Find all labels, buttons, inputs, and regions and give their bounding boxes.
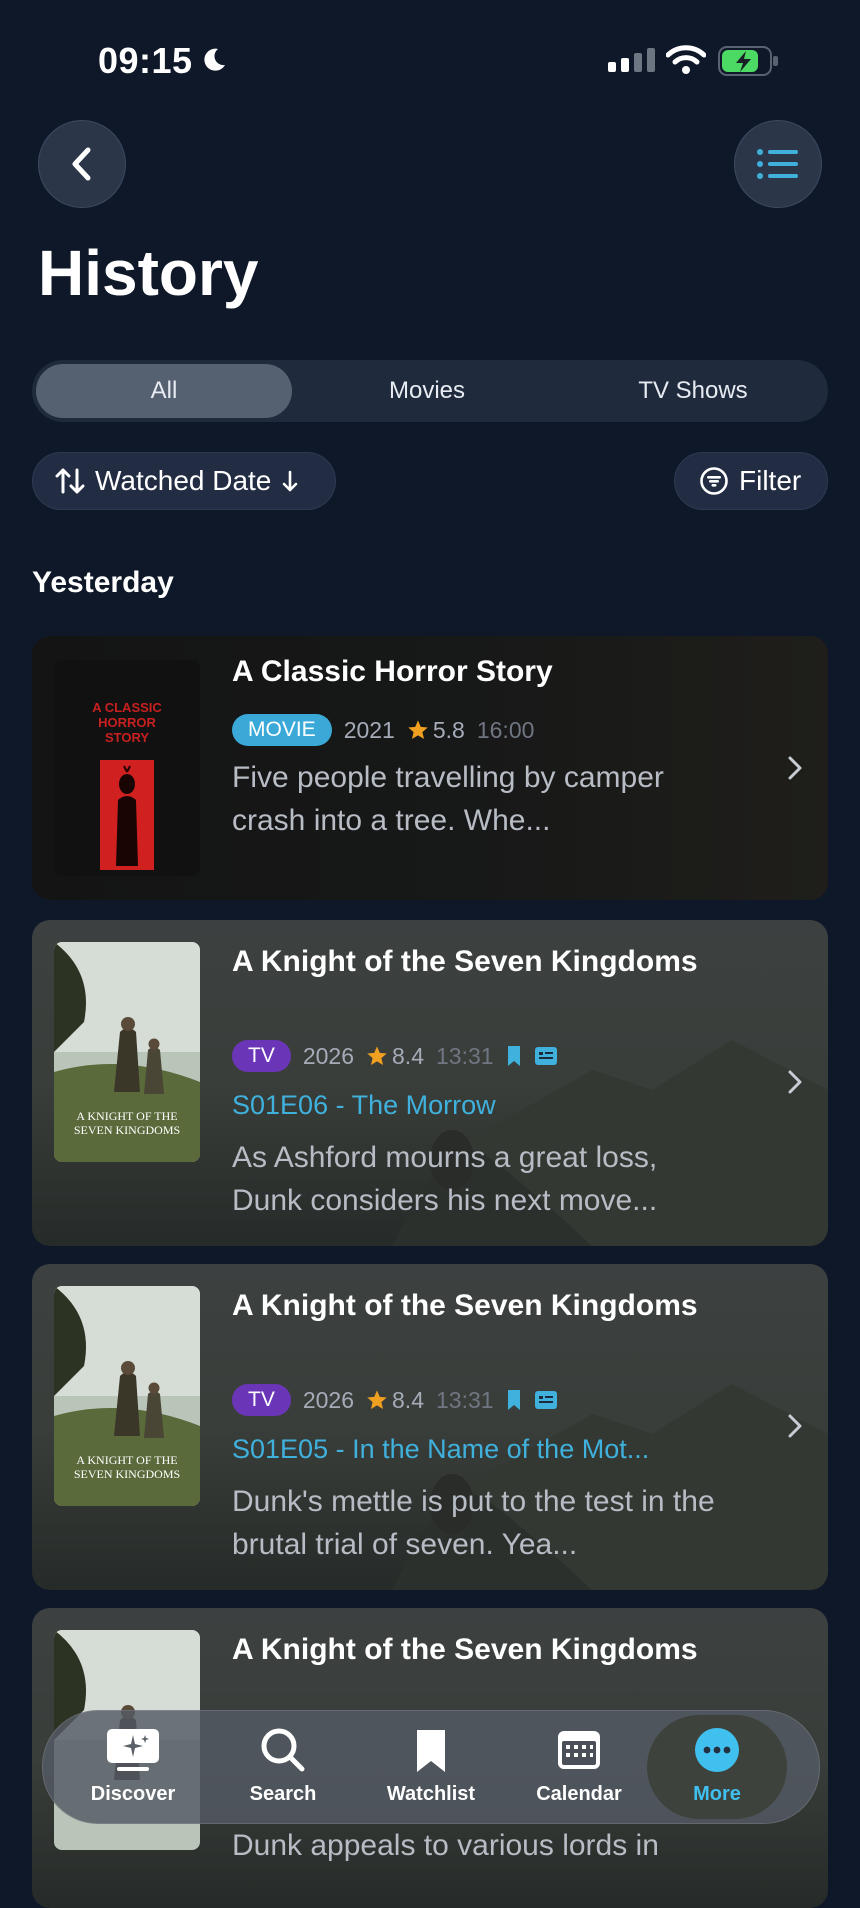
- battery-charging-icon: [718, 46, 778, 76]
- bookmark-icon: [507, 1390, 520, 1410]
- segment-all[interactable]: All: [36, 364, 292, 418]
- arrow-down-icon: [283, 470, 298, 492]
- media-type-segmented-control: All Movies TV Shows: [32, 360, 828, 422]
- sort-arrows-icon: [55, 468, 85, 494]
- svg-text:A CLASSIC: A CLASSIC: [92, 700, 162, 715]
- item-title: A Knight of the Seven Kingdoms: [232, 1633, 698, 1666]
- wifi-icon: [666, 45, 706, 74]
- tab-label: More: [693, 1783, 741, 1805]
- media-type-badge: MOVIE: [232, 714, 332, 746]
- item-year: 2026: [302, 1386, 355, 1413]
- status-time: 09:15: [98, 40, 193, 81]
- item-rating: 8.4: [392, 1386, 424, 1413]
- item-meta: MOVIE 2021 5.8 16:00: [232, 714, 534, 746]
- svg-text:HORROR: HORROR: [98, 715, 156, 730]
- svg-text:A KNIGHT OF THE: A KNIGHT OF THE: [76, 1453, 177, 1467]
- status-bar: 09:15: [0, 0, 860, 110]
- tab-calendar[interactable]: Calendar: [509, 1711, 649, 1823]
- item-watched-time: 13:31: [436, 1386, 494, 1413]
- chevron-left-icon: [72, 147, 91, 181]
- item-title: A Classic Horror Story: [232, 655, 553, 688]
- search-icon: [261, 1728, 305, 1772]
- moon-icon: [204, 48, 225, 71]
- tab-discover[interactable]: Discover: [63, 1711, 203, 1823]
- page-title: History: [38, 237, 259, 309]
- svg-text:SEVEN KINGDOMS: SEVEN KINGDOMS: [74, 1123, 180, 1137]
- item-overview: Dunk appeals to various lords in: [232, 1829, 659, 1862]
- episode-title: S01E05 - In the Name of the Mot...: [232, 1434, 650, 1464]
- filter-icon: [700, 467, 728, 495]
- item-meta: TV 2026 8.4 13:31: [232, 1040, 558, 1072]
- sort-button[interactable]: Watched Date: [32, 452, 336, 510]
- item-watched-time: 16:00: [476, 716, 535, 743]
- tab-label: Calendar: [536, 1783, 622, 1805]
- tab-label: Discover: [90, 1783, 176, 1805]
- item-watched-time: 13:31: [436, 1042, 494, 1069]
- notes-icon: [534, 1391, 557, 1409]
- item-overview: Dunk's mettle is put to the test in the …: [232, 1485, 715, 1561]
- chevron-right-icon: [788, 756, 802, 780]
- history-item[interactable]: A KNIGHT OF THE SEVEN KINGDOMS A Knight …: [32, 920, 828, 1246]
- tab-more[interactable]: More: [647, 1715, 787, 1819]
- bookmark-icon: [507, 1046, 520, 1066]
- history-item[interactable]: A CLASSIC HORROR STORY A Classic Horror …: [32, 636, 828, 900]
- item-year: 2026: [302, 1042, 355, 1069]
- star-icon: [367, 1390, 387, 1409]
- item-rating: 8.4: [392, 1042, 424, 1069]
- list-view-button[interactable]: [734, 120, 822, 208]
- calendar-icon: [558, 1731, 600, 1769]
- item-meta: TV 2026 8.4 13:31: [232, 1384, 558, 1416]
- media-type-badge: TV: [232, 1384, 291, 1416]
- tab-watchlist[interactable]: Watchlist: [361, 1711, 501, 1823]
- back-button[interactable]: [38, 120, 126, 208]
- poster-image: A CLASSIC HORROR STORY: [54, 660, 200, 876]
- item-overview: As Ashford mourns a great loss, Dunk con…: [232, 1141, 658, 1217]
- item-overview: Five people travelling by camper crash i…: [232, 761, 664, 837]
- segment-tv-shows[interactable]: TV Shows: [564, 364, 822, 418]
- discover-icon: [107, 1729, 159, 1771]
- poster-image: A KNIGHT OF THE SEVEN KINGDOMS: [54, 942, 200, 1162]
- item-title: A Knight of the Seven Kingdoms: [232, 1289, 698, 1322]
- more-icon: [695, 1728, 739, 1772]
- filter-button[interactable]: Filter: [674, 452, 828, 510]
- poster-image: A KNIGHT OF THE SEVEN KINGDOMS: [54, 1286, 200, 1506]
- svg-text:STORY: STORY: [105, 730, 149, 745]
- media-type-badge: TV: [232, 1040, 291, 1072]
- notes-icon: [534, 1047, 557, 1065]
- star-icon: [408, 720, 428, 739]
- chevron-right-icon: [788, 1070, 802, 1094]
- svg-text:A KNIGHT OF THE: A KNIGHT OF THE: [76, 1109, 177, 1123]
- cellular-signal-icon: [608, 48, 655, 72]
- section-header-yesterday: Yesterday: [32, 566, 174, 599]
- tab-bar: Discover Search Watchlist Calendar More: [42, 1710, 820, 1824]
- segment-movies[interactable]: Movies: [298, 364, 556, 418]
- tab-label: Search: [249, 1783, 317, 1805]
- item-rating: 5.8: [432, 716, 465, 743]
- tab-search[interactable]: Search: [213, 1711, 353, 1823]
- list-icon: [757, 149, 798, 179]
- item-title: A Knight of the Seven Kingdoms: [232, 945, 698, 978]
- svg-text:SEVEN KINGDOMS: SEVEN KINGDOMS: [74, 1467, 180, 1481]
- history-item[interactable]: A KNIGHT OF THE SEVEN KINGDOMS A Knight …: [32, 1264, 828, 1590]
- star-icon: [367, 1046, 387, 1065]
- sort-label: Watched Date: [95, 465, 272, 496]
- chevron-right-icon: [788, 1414, 802, 1438]
- filter-label: Filter: [739, 465, 802, 496]
- item-year: 2021: [343, 716, 395, 743]
- episode-title: S01E06 - The Morrow: [232, 1090, 496, 1120]
- bookmark-icon: [417, 1730, 445, 1772]
- tab-label: Watchlist: [386, 1783, 476, 1805]
